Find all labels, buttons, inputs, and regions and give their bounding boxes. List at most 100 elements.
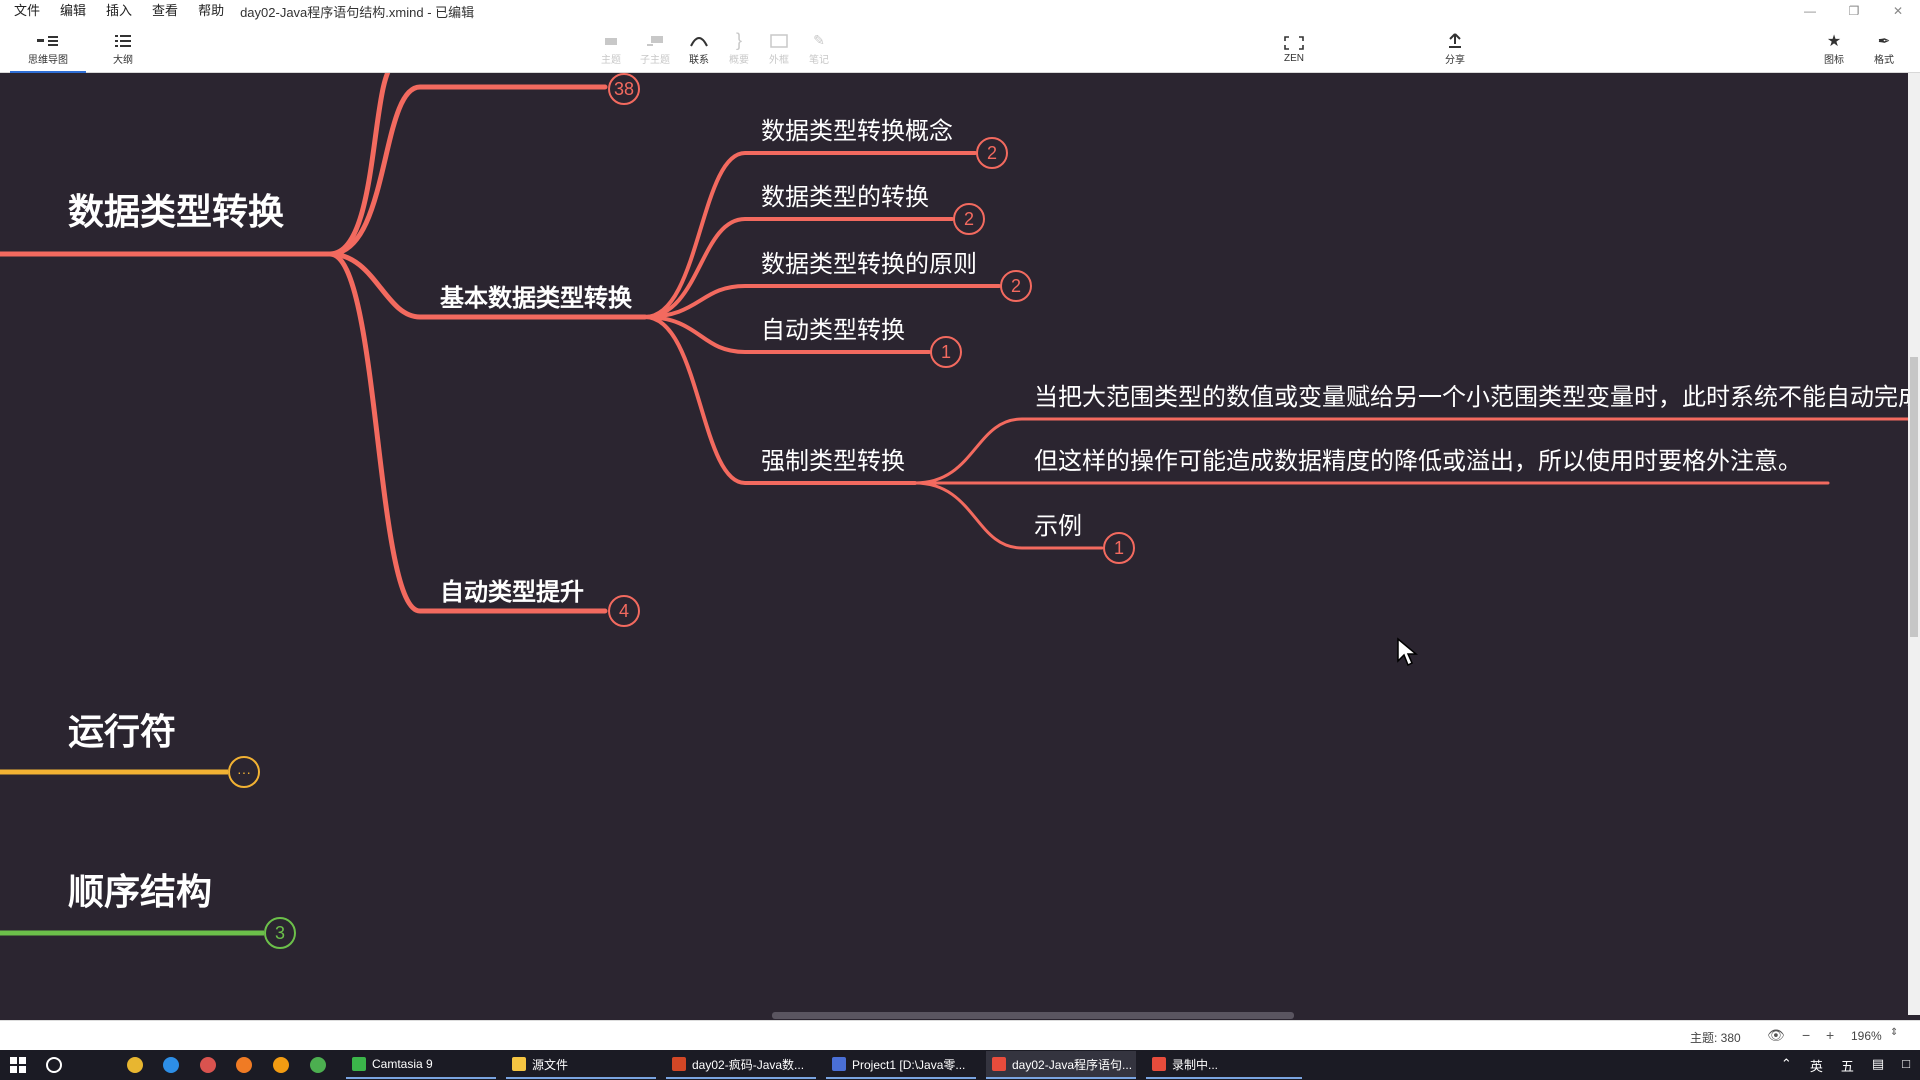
vertical-scrollbar[interactable] [1908, 73, 1920, 1015]
horizontal-scrollbar[interactable] [0, 1010, 1908, 1020]
collapse-badge-top[interactable]: 38 [608, 73, 640, 105]
zoom-stepper-icon[interactable]: ⇕ [1890, 1027, 1898, 1038]
xmind-window: 文件 编辑 插入 查看 帮助 day02-Java程序语句结构.xmind - … [0, 0, 1920, 1080]
taskbar-app-camtasia[interactable]: Camtasia 9 [346, 1051, 496, 1079]
collapse-badge-promotion[interactable]: 4 [608, 595, 640, 627]
tray-ime[interactable]: 五 [1841, 1056, 1854, 1075]
qq-browser-icon[interactable] [163, 1057, 179, 1073]
recording-icon [1152, 1057, 1166, 1071]
zoom-out-button[interactable]: − [1802, 1027, 1810, 1043]
app-icon-6[interactable] [310, 1057, 326, 1073]
collapse-badge-conversion[interactable]: 2 [953, 203, 985, 235]
boundary-label: 外框 [769, 54, 789, 66]
menu-help[interactable]: 帮助 [188, 0, 234, 22]
mindmap-view-label: 思维导图 [28, 54, 68, 66]
outline-view-button[interactable]: 大纲 [95, 26, 151, 70]
status-bar: 主题: 380 👁 − + 196% ⇕ [0, 1020, 1920, 1050]
close-button[interactable]: ✕ [1876, 0, 1920, 22]
mindmap-canvas[interactable]: 数据类型转换 运行符 顺序结构 基本数据类型转换 自动类型提升 数据类型转换概念… [0, 73, 1908, 1015]
zen-mode-button[interactable]: ZEN [1266, 26, 1322, 70]
menu-bar: 文件 编辑 插入 查看 帮助 day02-Java程序语句结构.xmind - … [0, 0, 1920, 22]
topic-sequence-structure[interactable]: 顺序结构 [68, 863, 212, 915]
mouse-cursor-icon [1397, 637, 1418, 667]
topic-auto-conversion[interactable]: 自动类型转换 [761, 310, 905, 345]
boundary-icon [770, 31, 788, 51]
collapse-badge-principle[interactable]: 2 [1000, 270, 1032, 302]
app-icon-3[interactable] [200, 1057, 216, 1073]
zen-icon [1284, 33, 1304, 53]
summary-label: 概要 [729, 54, 749, 66]
taskbar-app-ide[interactable]: Project1 [D:\Java零... [826, 1051, 976, 1079]
subtopic-icon [646, 31, 664, 51]
collapse-badge-example[interactable]: 1 [1103, 532, 1135, 564]
powerpoint-icon [672, 1057, 686, 1071]
topic-label: 主题 [601, 54, 621, 66]
tray-language[interactable]: 英 [1810, 1056, 1823, 1075]
taskbar-app-powerpoint[interactable]: day02-疯码-Java数... [666, 1051, 816, 1079]
topic-type-conversion[interactable]: 数据类型的转换 [761, 177, 929, 212]
search-circle-icon[interactable] [46, 1057, 62, 1073]
taskbar-app-label: 源文件 [532, 1057, 569, 1072]
taskbar-app-label: 录制中... [1172, 1057, 1219, 1072]
collapse-badge-concept[interactable]: 2 [976, 137, 1008, 169]
collapse-badge-sequence[interactable]: 3 [264, 917, 296, 949]
summary-brace-icon: } [735, 30, 742, 50]
taskbar-app-label: Camtasia 9 [372, 1057, 433, 1071]
chrome-icon[interactable] [127, 1057, 143, 1073]
topic-example[interactable]: 示例 [1034, 506, 1082, 541]
note-button[interactable]: ✎ 笔记 [791, 26, 847, 70]
notification-icon[interactable]: ▤ [1872, 1056, 1884, 1075]
outline-icon [115, 31, 131, 51]
menu-insert[interactable]: 插入 [96, 0, 142, 22]
topic-count: 主题: 380 [1690, 1031, 1741, 1045]
note-label: 笔记 [809, 54, 829, 66]
subtopic-label: 子主题 [640, 54, 670, 66]
ide-icon [832, 1057, 846, 1071]
relationship-icon [689, 31, 709, 51]
star-icon: ★ [1826, 32, 1842, 50]
tray-chevron-up-icon[interactable]: ⌃ [1781, 1056, 1792, 1075]
windows-taskbar: Camtasia 9 源文件 day02-疯码-Java数... Project… [0, 1050, 1920, 1080]
folder-icon [512, 1057, 526, 1071]
taskbar-app-label: Project1 [D:\Java零... [852, 1057, 966, 1072]
zoom-in-button[interactable]: + [1826, 1027, 1834, 1043]
menu-file[interactable]: 文件 [0, 0, 50, 22]
action-center-icon[interactable]: □ [1902, 1056, 1910, 1075]
brush-icon: ✒ [1877, 32, 1891, 50]
document-title: day02-Java程序语句结构.xmind - 已编辑 [240, 4, 475, 20]
firefox-icon[interactable] [236, 1057, 252, 1073]
taskbar-app-recording[interactable]: 录制中... [1146, 1051, 1302, 1079]
topic-operators[interactable]: 运行符 [68, 703, 176, 755]
topic-conversion-principle[interactable]: 数据类型转换的原则 [761, 244, 977, 279]
share-button[interactable]: 分享 [1427, 26, 1483, 70]
topic-basic-type-conversion[interactable]: 基本数据类型转换 [440, 278, 632, 313]
menu-edit[interactable]: 编辑 [50, 0, 96, 22]
vertical-scrollbar-thumb[interactable] [1910, 357, 1918, 637]
topic-forced-conversion-detail-1[interactable]: 当把大范围类型的数值或变量赋给另一个小范围类型变量时，此时系统不能自动完成转 [1034, 377, 1908, 412]
eye-icon[interactable]: 👁 [1767, 1027, 1785, 1044]
icons-panel-button[interactable]: ★ 图标 [1806, 26, 1862, 70]
minimize-button[interactable]: — [1788, 0, 1832, 22]
menu-view[interactable]: 查看 [142, 0, 188, 22]
collapse-badge-operators[interactable]: ··· [228, 756, 260, 788]
format-label: 格式 [1874, 54, 1894, 66]
horizontal-scrollbar-thumb[interactable] [772, 1012, 1294, 1019]
window-controls: — ❐ ✕ [1788, 0, 1920, 22]
topic-forced-conversion-detail-2[interactable]: 但这样的操作可能造成数据精度的降低或溢出，所以使用时要格外注意。 [1034, 441, 1802, 476]
taskbar-app-source-folder[interactable]: 源文件 [506, 1051, 656, 1079]
topic-conversion-concept[interactable]: 数据类型转换概念 [761, 111, 953, 146]
taskbar-app-xmind[interactable]: day02-Java程序语句... [986, 1051, 1136, 1079]
search-tool-icon[interactable] [273, 1057, 289, 1073]
share-label: 分享 [1445, 54, 1465, 66]
restore-button[interactable]: ❐ [1832, 0, 1876, 22]
topic-auto-type-promotion[interactable]: 自动类型提升 [440, 572, 584, 607]
mindmap-view-button[interactable]: 思维导图 [10, 26, 86, 74]
windows-start-icon[interactable] [10, 1057, 26, 1073]
collapse-badge-auto[interactable]: 1 [930, 336, 962, 368]
mindmap-icon [37, 31, 59, 51]
system-tray: ⌃ 英 五 ▤ □ [1781, 1056, 1910, 1075]
format-panel-button[interactable]: ✒ 格式 [1856, 26, 1912, 70]
zoom-level[interactable]: 196% [1851, 1029, 1882, 1043]
topic-data-type-conversion[interactable]: 数据类型转换 [68, 183, 284, 235]
topic-forced-conversion[interactable]: 强制类型转换 [761, 441, 905, 476]
